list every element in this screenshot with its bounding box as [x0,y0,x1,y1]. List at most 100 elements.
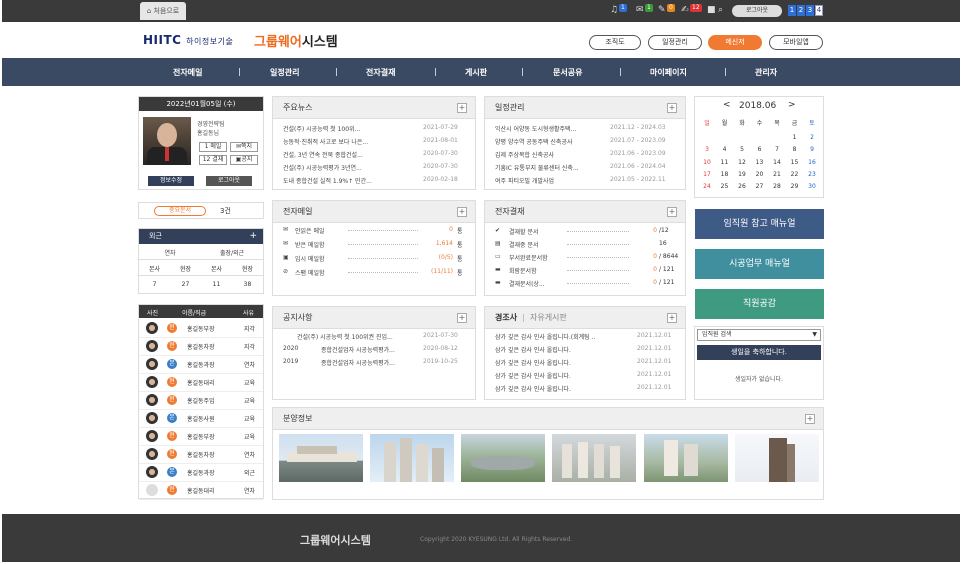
schedule-item[interactable]: 김제 주상복합 신축공사 [495,150,610,159]
nav-mypage[interactable]: 마이페이지 [650,67,687,78]
events-item[interactable]: 삼가 깊은 감사 인사 올립니다. [495,371,635,380]
plus-icon[interactable]: + [457,313,467,323]
calendar-day[interactable]: 27 [752,183,768,190]
mail-icon[interactable]: ✉ [636,5,644,15]
approval-count-button[interactable]: 12 결재 [199,155,227,165]
sale-image-2[interactable] [370,434,454,482]
calendar-day[interactable]: 13 [752,159,768,166]
news-item[interactable]: 건설(주) 시공능력 첫 100위... [283,124,419,133]
schedule-item[interactable]: 기흥IC 유통부지 물류센터 신축... [495,163,610,172]
layout-4-button[interactable]: 4 [815,5,823,16]
logout-button[interactable]: 로그아웃 [732,5,782,17]
mail-item[interactable]: 스팸 메일함 [295,268,325,277]
calendar-day[interactable]: 11 [717,159,733,166]
calendar-day[interactable]: 4 [717,146,733,153]
calendar-day[interactable]: 29 [787,183,803,190]
calendar-day[interactable]: 10 [699,159,715,166]
tab-events[interactable]: 경조사 [495,313,517,322]
calendar-prev[interactable]: < [723,100,731,110]
calendar-day[interactable]: 20 [752,171,768,178]
calendar-day[interactable]: 23 [804,171,820,178]
calendar-day[interactable]: 12 [734,159,750,166]
org-chart-button[interactable]: 조직도 [589,35,641,50]
calendar-day[interactable]: 7 [769,146,785,153]
sale-image-6[interactable] [735,434,819,482]
schedule-item[interactable]: 양평 양수역 공동주택 신축공사 [495,137,610,146]
calendar-day[interactable]: 8 [787,146,803,153]
calendar-day[interactable]: 1 [787,134,803,141]
nav-schedule[interactable]: 일정관리 [270,67,299,78]
plus-icon[interactable]: + [667,103,677,113]
schedule-button[interactable]: 일정관리 [648,35,702,50]
sale-image-3[interactable] [461,434,545,482]
nav-admin[interactable]: 관리자 [755,67,777,78]
sale-image-4[interactable] [552,434,636,482]
notice-button[interactable]: ▣공지 [230,155,258,165]
calendar-day[interactable]: 9 [804,146,820,153]
events-item[interactable]: 삼가 깊은 감사 인사 올립니다. [495,384,635,393]
plus-icon[interactable]: + [249,229,257,244]
employee-forum-button[interactable]: 직원공감 [695,289,824,319]
approval-item[interactable]: 결재중 문서 [509,240,561,249]
plus-icon[interactable]: + [457,103,467,113]
schedule-item[interactable]: 여주 파티오빌 개발사업 [495,176,610,185]
calendar-day[interactable]: 18 [717,171,733,178]
lock-icon[interactable]: ■ [707,5,716,15]
calendar-day[interactable]: 22 [787,171,803,178]
edit-profile-button[interactable]: 정보수정 [148,176,194,186]
mobile-app-button[interactable]: 모바일앱 [769,35,823,50]
chat-icon[interactable]: ✎ [658,5,666,15]
approval-item[interactable]: 부서완료문서함 [509,253,561,262]
calendar-day[interactable]: 30 [804,183,820,190]
calendar-day[interactable]: 3 [699,146,715,153]
bell-icon[interactable]: ♫ [610,5,618,15]
news-item[interactable]: 도내 종합건설 실적 1.9%↑ 민간... [283,176,419,185]
calendar-day[interactable]: 15 [787,159,803,166]
events-item[interactable]: 삼가 깊은 감사 인사 올립니다. [495,358,635,367]
schedule-item[interactable]: 익산시 어양동 도시형생활주택... [495,124,610,133]
home-link[interactable]: ⌂ 처음으로 [140,2,186,20]
calendar-day[interactable]: 21 [769,171,785,178]
plus-icon[interactable]: + [667,313,677,323]
approval-item[interactable]: 회람문서함 [509,266,561,275]
notice-item[interactable]: 건설(주) 시공능력 첫 100위권 진입... [297,332,421,341]
sale-image-1[interactable] [279,434,363,482]
calendar-day[interactable]: 24 [699,183,715,190]
approval-item[interactable]: 결재할 문서 [509,227,561,236]
profile-logout-button[interactable]: 로그아웃 [206,176,252,186]
plus-icon[interactable]: + [667,207,677,217]
approval-icon[interactable]: ✍ [681,5,689,15]
memo-button[interactable]: ✉쪽지 [230,142,258,152]
calendar-day[interactable]: 5 [734,146,750,153]
important-docs[interactable]: 중요문서 3건 [138,202,264,219]
notice-item[interactable]: 종합건설업자 시공능력평가... [321,358,421,367]
approval-item[interactable]: 결재문서(상... [509,279,561,288]
calendar-day[interactable]: 28 [769,183,785,190]
mail-item[interactable]: 임시 메일함 [295,254,325,263]
employee-search-select[interactable]: 임직원 검색 ▼ [697,329,821,341]
nav-approval[interactable]: 전자결재 [366,67,395,78]
notice-item[interactable]: 종합건설업자 시공능력평가... [321,345,421,354]
mail-count-button[interactable]: 1 메일 [199,142,227,152]
nav-docs[interactable]: 문서공유 [553,67,582,78]
events-item[interactable]: 삼가 깊은 감사 인사 올립니다.(회계팀 .. [495,332,635,341]
company-logo[interactable]: HIITC 하이정보기술 [143,33,233,47]
mail-item[interactable]: 받은 메일함 [295,240,325,249]
news-item[interactable]: 건설, 3년 연속 전북 종합건설... [283,150,419,159]
mail-item[interactable]: 안읽은 메일 [295,226,325,235]
sale-image-5[interactable] [644,434,728,482]
calendar-day[interactable]: 2 [804,134,820,141]
search-icon[interactable]: ⌕ [718,5,723,15]
construction-manual-button[interactable]: 시공업무 매뉴얼 [695,249,824,279]
plus-icon[interactable]: + [805,414,815,424]
calendar-day[interactable]: 6 [752,146,768,153]
messenger-button[interactable]: 메신저 [708,35,762,50]
layout-3-button[interactable]: 3 [806,5,814,16]
nav-board[interactable]: 게시판 [465,67,487,78]
calendar-day[interactable]: 19 [734,171,750,178]
layout-2-button[interactable]: 2 [797,5,805,16]
system-title[interactable]: 그룹웨어시스템 [254,31,338,50]
calendar-day[interactable]: 25 [717,183,733,190]
news-item[interactable]: 건설(주) 시공능력평가 3년연... [283,163,419,172]
events-item[interactable]: 삼가 깊은 감사 인사 올립니다. [495,345,635,354]
